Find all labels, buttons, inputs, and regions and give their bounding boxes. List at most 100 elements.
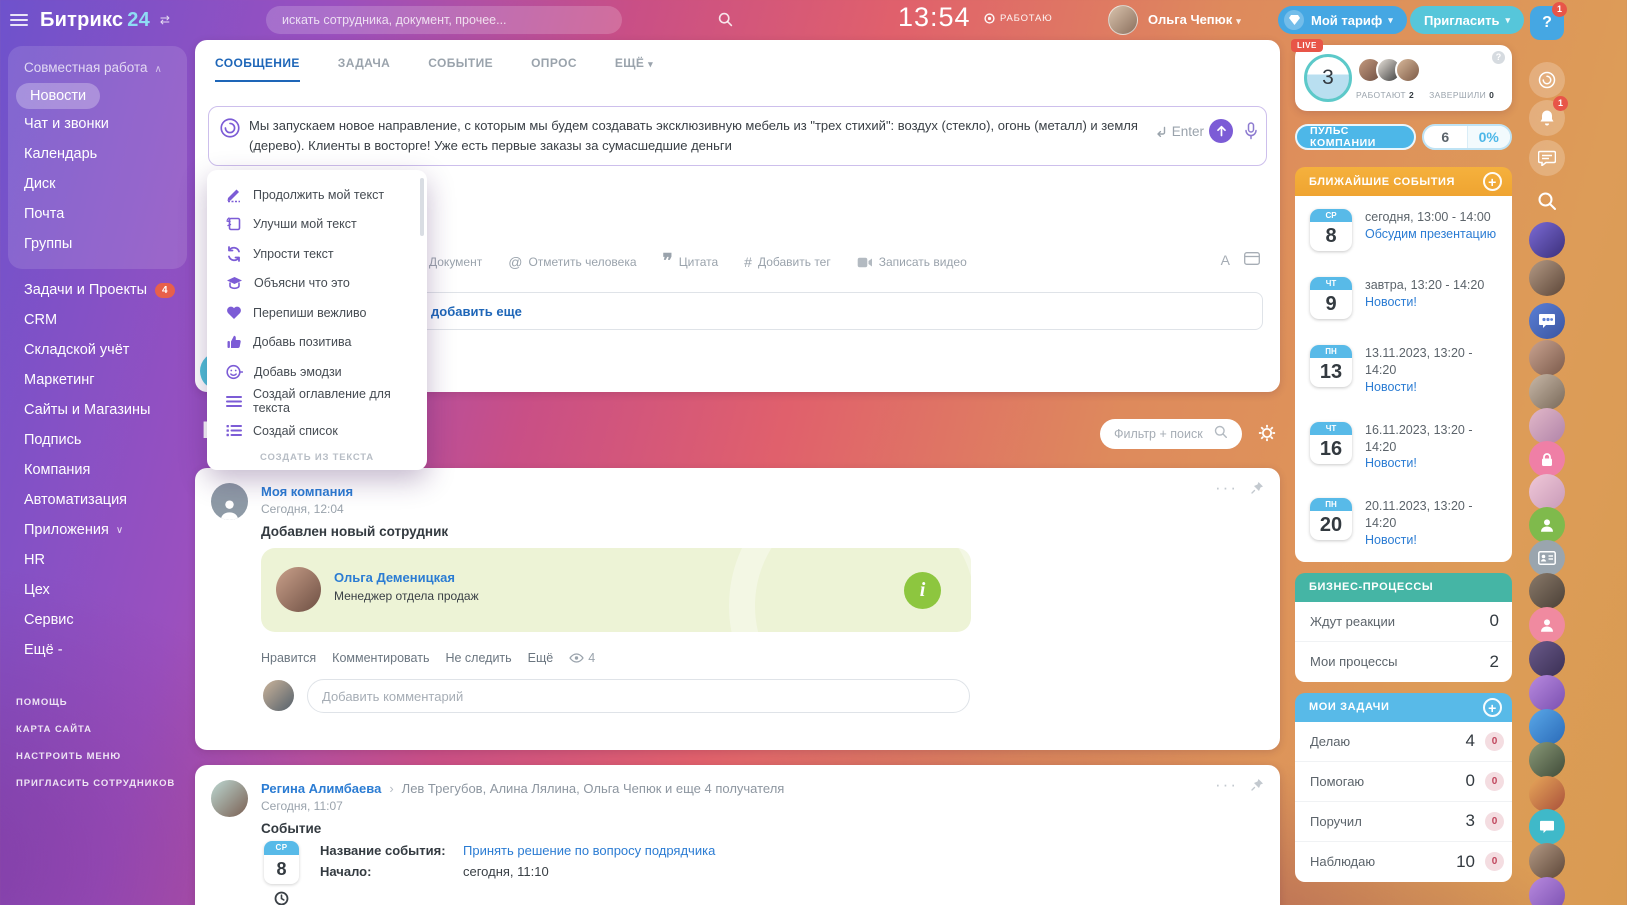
user-avatar[interactable] — [1529, 709, 1565, 745]
task-row-helping[interactable]: Помогаю00 — [1295, 762, 1512, 802]
menu-item-add-positive[interactable]: Добавь позитива — [207, 328, 427, 358]
comment-button[interactable]: Комментировать — [332, 651, 429, 665]
sidebar-item-mail[interactable]: Почта — [8, 199, 187, 229]
sidebar-item-company[interactable]: Компания — [8, 455, 187, 485]
event-item[interactable]: ЧТ9 завтра, 13:20 - 14:20Новости! — [1295, 264, 1512, 332]
menu-item-create-outline[interactable]: Создай оглавление для текста — [207, 387, 427, 417]
tab-more[interactable]: ЕЩЁ ▾ — [615, 56, 653, 82]
event-item[interactable]: СР8 сегодня, 13:00 - 14:00Обсудим презен… — [1295, 196, 1512, 264]
sidebar-item-crm[interactable]: CRM — [8, 305, 187, 335]
more-button[interactable]: Ещё — [528, 651, 554, 665]
message-textarea[interactable]: Мы запускаем новое направление, с которы… — [208, 106, 1267, 166]
user-avatar[interactable] — [1529, 374, 1565, 410]
menu-item-create-list[interactable]: Создай список — [207, 416, 427, 446]
pin-icon[interactable] — [1251, 481, 1264, 499]
mention-person-button[interactable]: @Отметить человека — [508, 254, 636, 270]
sidebar-help-link[interactable]: ПОМОЩЬ — [0, 689, 195, 716]
employee-avatar[interactable] — [276, 567, 321, 612]
employee-name-link[interactable]: Ольга Деменицкая — [334, 570, 455, 585]
user-avatar[interactable] — [1529, 474, 1565, 510]
sidebar-item-sites[interactable]: Сайты и Магазины — [8, 395, 187, 425]
menu-item-simplify-text[interactable]: Упрости текст — [207, 239, 427, 269]
user-avatar[interactable] — [1529, 641, 1565, 677]
sidebar-item-service[interactable]: Сервис — [8, 605, 187, 635]
record-video-button[interactable]: Записать видео — [857, 255, 967, 269]
tariff-button[interactable]: Мой тариф▾ — [1278, 6, 1407, 34]
add-task-icon[interactable]: + — [1483, 698, 1502, 717]
send-icon[interactable] — [1209, 119, 1233, 143]
event-link[interactable]: Новости! — [1365, 455, 1502, 472]
user-avatar[interactable] — [1529, 408, 1565, 444]
sidebar-item-marketing[interactable]: Маркетинг — [8, 365, 187, 395]
filter-search-input[interactable] — [1114, 427, 1214, 441]
event-item[interactable]: ПН20 20.11.2023, 13:20 - 14:20Новости! — [1295, 485, 1512, 562]
bp-row-waiting[interactable]: Ждут реакции0 — [1295, 602, 1512, 642]
menu-icon[interactable] — [10, 14, 28, 26]
user-avatar[interactable] — [1529, 573, 1565, 609]
like-button[interactable]: Нравится — [261, 651, 316, 665]
sidebar-item-tasks[interactable]: Задачи и Проекты4 — [8, 275, 187, 305]
task-row-assigned[interactable]: Поручил30 — [1295, 802, 1512, 842]
event-item[interactable]: ЧТ16 16.11.2023, 13:20 - 14:20Новости! — [1295, 409, 1512, 486]
tab-message[interactable]: СООБЩЕНИЕ — [215, 56, 300, 82]
event-link[interactable]: Новости! — [1365, 379, 1502, 396]
company-pulse-button[interactable]: ПУЛЬС КОМПАНИИ — [1295, 124, 1416, 150]
user-avatar[interactable] — [1529, 675, 1565, 711]
info-icon[interactable]: i — [904, 572, 941, 609]
user-avatar[interactable] — [1529, 877, 1565, 905]
unfollow-button[interactable]: Не следить — [445, 651, 511, 665]
post-more-icon[interactable]: ··· — [1215, 775, 1238, 795]
help-button[interactable]: ?1 — [1530, 6, 1564, 40]
sidebar-group-toggle[interactable]: Совместная работа∧ — [8, 54, 187, 83]
event-link[interactable]: Обсудим презентацию — [1365, 226, 1496, 243]
sidebar-item-groups[interactable]: Группы — [8, 229, 187, 259]
post-more-icon[interactable]: ··· — [1215, 478, 1238, 498]
avatar[interactable] — [1395, 57, 1421, 83]
text-format-button[interactable]: A — [1221, 252, 1230, 268]
comment-input[interactable] — [307, 679, 970, 713]
help-icon[interactable]: ? — [1492, 51, 1505, 64]
menu-item-continue-text[interactable]: Продолжить мой текст — [207, 180, 427, 210]
sidebar-item-calendar[interactable]: Календарь — [8, 139, 187, 169]
user-avatar[interactable] — [1529, 340, 1565, 376]
search-icon[interactable] — [1214, 425, 1228, 444]
task-row-doing[interactable]: Делаю40 — [1295, 722, 1512, 762]
sidebar-item-workshop[interactable]: Цех — [8, 575, 187, 605]
sidebar-item-apps[interactable]: Приложения∨ — [8, 515, 187, 545]
sidebar-item-news[interactable]: Новости — [16, 83, 100, 109]
event-item[interactable]: ПН13 13.11.2023, 13:20 - 14:20Новости! — [1295, 332, 1512, 409]
task-row-watching[interactable]: Наблюдаю100 — [1295, 842, 1512, 882]
sidebar-item-warehouse[interactable]: Складской учёт — [8, 335, 187, 365]
user-menu[interactable]: Ольга Чепюк▾ — [1148, 12, 1241, 27]
sidebar-item-more[interactable]: Ещё - — [8, 635, 187, 665]
menu-item-explain[interactable]: Объясни что это — [207, 269, 427, 299]
tab-task[interactable]: ЗАДАЧА — [338, 56, 390, 82]
sidebar-item-disk[interactable]: Диск — [8, 169, 187, 199]
sidebar-item-sign[interactable]: Подпись — [8, 425, 187, 455]
menu-item-rewrite-politely[interactable]: Перепиши вежливо — [207, 298, 427, 328]
quote-button[interactable]: ❞Цитата — [663, 255, 719, 269]
person-avatar[interactable] — [1529, 507, 1565, 543]
user-avatar[interactable] — [1529, 222, 1565, 258]
sidebar-sitemap-link[interactable]: КАРТА САЙТА — [0, 716, 195, 743]
add-tag-button[interactable]: #Добавить тег — [744, 254, 831, 270]
copilot-button[interactable] — [1529, 62, 1565, 98]
scrollbar[interactable] — [420, 178, 424, 236]
chat-button[interactable] — [1529, 140, 1565, 176]
user-avatar[interactable] — [1108, 5, 1138, 35]
user-avatar[interactable] — [1529, 260, 1565, 296]
search-icon[interactable] — [718, 12, 733, 32]
sidebar-invite-employees-link[interactable]: ПРИГЛАСИТЬ СОТРУДНИКОВ — [0, 770, 195, 797]
chat-avatar[interactable] — [1529, 809, 1565, 845]
person-avatar[interactable] — [1529, 607, 1565, 643]
post-author-link[interactable]: Регина Алимбаева — [261, 781, 381, 796]
user-avatar[interactable] — [1529, 742, 1565, 778]
menu-item-improve-text[interactable]: Улучши мой текст — [207, 210, 427, 240]
group-chat-avatar[interactable] — [1529, 303, 1565, 339]
contact-card-avatar[interactable] — [1529, 540, 1565, 576]
bp-row-my-processes[interactable]: Мои процессы2 — [1295, 642, 1512, 682]
live-widget[interactable]: LIVE 3 РАБОТАЮТ2 ЗАВЕРШИЛИ0 ? — [1295, 45, 1512, 111]
add-recipient-link[interactable]: добавить еще — [431, 304, 522, 319]
user-avatar[interactable] — [1529, 776, 1565, 812]
notifications-bell-icon[interactable]: 1 — [1529, 100, 1565, 136]
